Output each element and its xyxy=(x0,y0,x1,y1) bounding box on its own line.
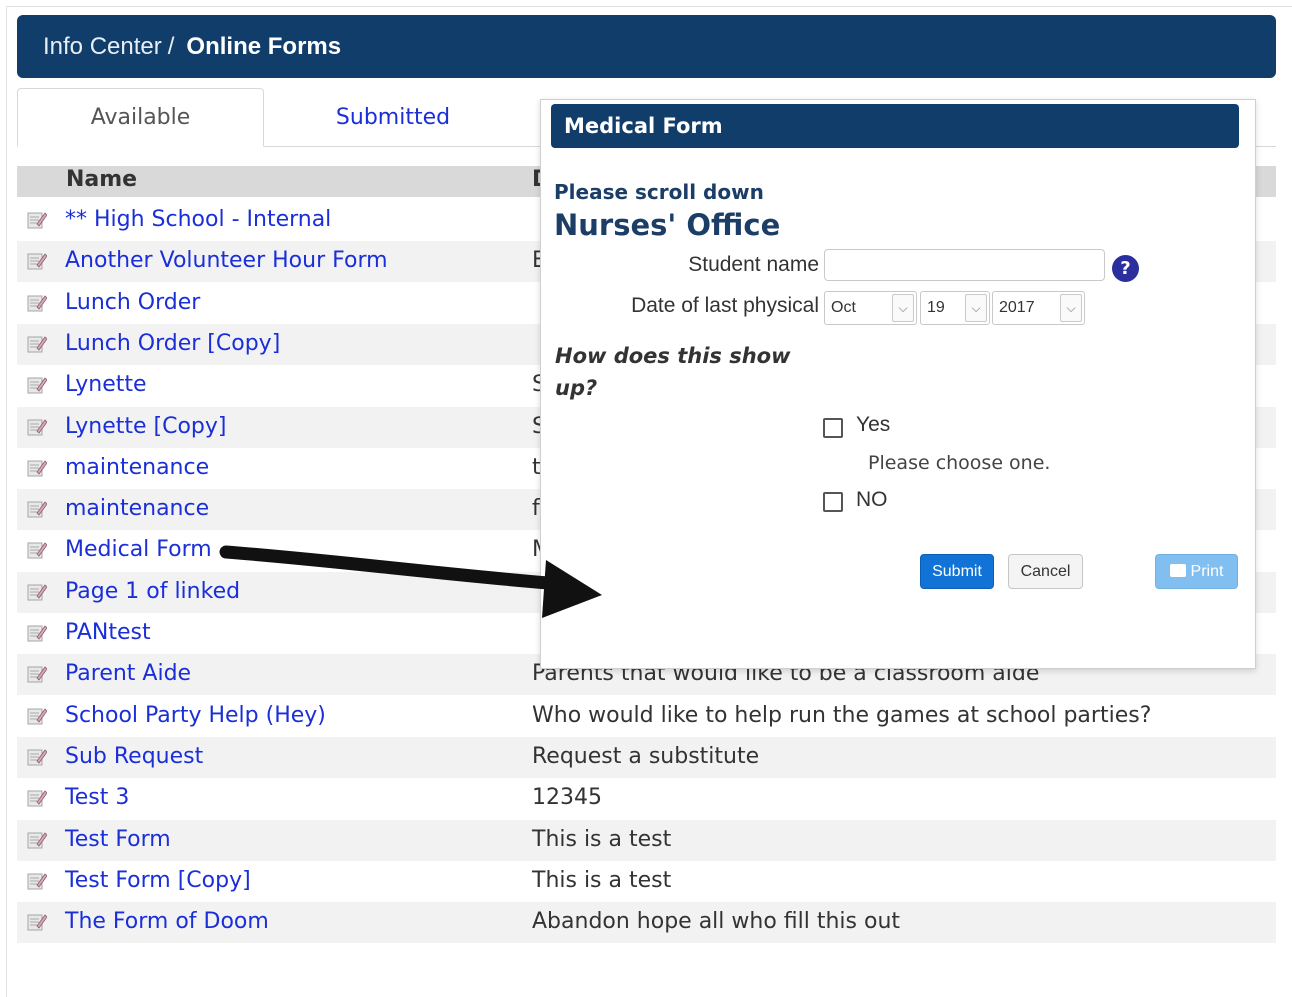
callout-arrow-icon xyxy=(219,545,602,618)
